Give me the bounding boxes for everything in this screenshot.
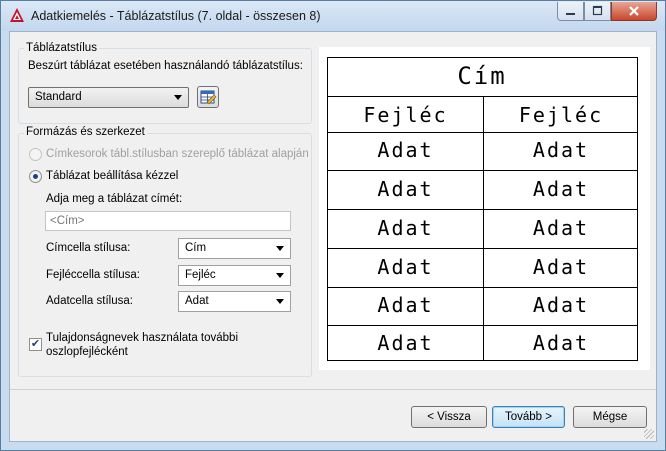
data-cell-style-value: Adat [185,295,209,307]
chevron-down-icon [174,95,182,100]
preview-data-cell: Adat [377,138,434,162]
preview-table: Cím Fejléc Fejléc Adat Adat Adat Adat Ad… [327,57,638,361]
preview-data-cell: Adat [532,293,590,317]
preview-row-divider [328,325,637,326]
maximize-icon [592,5,603,16]
preview-data-cell: Adat [377,331,434,355]
button-area-separator [10,389,656,390]
preview-data-cell: Adat [377,216,434,240]
property-names-checkbox[interactable]: ✔ [29,338,42,351]
preview-data-cell: Adat [377,177,434,201]
header-cell-style-value: Fejléc [185,269,216,281]
close-button[interactable] [611,2,657,21]
labels-from-style-label: Címkesorok tábl.stílusban szereplő táblá… [46,148,309,160]
header-cell-style-select[interactable]: Fejléc [178,265,291,286]
edit-table-style-button[interactable] [197,86,219,108]
preview-data-cell: Adat [532,138,590,162]
labels-from-style-radio[interactable] [29,148,42,161]
manual-setup-radio[interactable] [29,170,42,183]
preview-header-cell: Fejléc [518,103,604,127]
cancel-button[interactable]: Mégse [573,406,647,428]
table-style-select[interactable]: Standard [28,87,189,108]
chevron-down-icon [276,273,284,278]
preview-data-cell: Adat [377,293,434,317]
maximize-button[interactable] [584,2,611,21]
title-cell-style-label: Címcella stílusa: [46,242,131,254]
table-title-prompt: Adja meg a táblázat címét: [46,193,183,205]
preview-header-cell: Fejléc [363,103,448,127]
header-cell-style-label: Fejléccella stílusa: [46,269,140,281]
manual-setup-label: Táblázat beállítása kézzel [46,170,179,182]
close-icon [629,6,639,16]
preview-row-divider [328,287,637,288]
table-style-edit-icon [200,90,217,105]
next-button[interactable]: Tovább > [492,406,565,428]
title-cell-style-value: Cím [185,242,207,254]
property-names-label-line2: oszlopfejlécként [46,346,128,358]
table-style-select-value: Standard [35,91,82,103]
preview-data-cell: Adat [532,177,590,201]
preview-title-cell: Cím [457,62,507,90]
dialog-window: Adatkiemelés - Táblázatstílus (7. oldal … [0,0,666,451]
minimize-icon [566,13,575,15]
preview-data-cell: Adat [532,331,590,355]
title-bar[interactable]: Adatkiemelés - Táblázatstílus (7. oldal … [1,1,665,31]
resize-grip-icon[interactable] [644,429,654,439]
autocad-app-icon [10,8,24,22]
data-cell-style-label: Adatcella stílusa: [46,295,133,307]
preview-data-cell: Adat [377,255,434,279]
table-title-input[interactable] [46,212,290,230]
property-names-label-line1: Tulajdonságnevek használata további [46,332,239,344]
chevron-down-icon [276,246,284,251]
checkmark-icon: ✔ [30,338,41,350]
preview-row-divider [328,132,637,133]
preview-row-divider [328,248,637,249]
preview-row-divider [328,209,637,210]
preview-row-divider [328,170,637,171]
table-style-description: Beszúrt táblázat esetében használandó tá… [28,60,303,72]
minimize-button[interactable] [557,2,584,21]
table-style-group-title: Táblázatstílus [24,42,99,54]
format-group-title: Formázás és szerkezet [24,126,147,138]
window-title: Adatkiemelés - Táblázatstílus (7. oldal … [31,9,321,23]
table-title-field[interactable] [45,211,291,231]
table-preview: Cím Fejléc Fejléc Adat Adat Adat Adat Ad… [319,47,650,370]
back-button[interactable]: < Vissza [411,406,487,428]
dialog-content: Táblázatstílus Beszúrt táblázat esetében… [9,31,657,442]
preview-data-cell: Adat [532,255,590,279]
chevron-down-icon [276,299,284,304]
data-cell-style-select[interactable]: Adat [178,291,291,312]
preview-data-cell: Adat [532,216,590,240]
title-cell-style-select[interactable]: Cím [178,238,291,259]
